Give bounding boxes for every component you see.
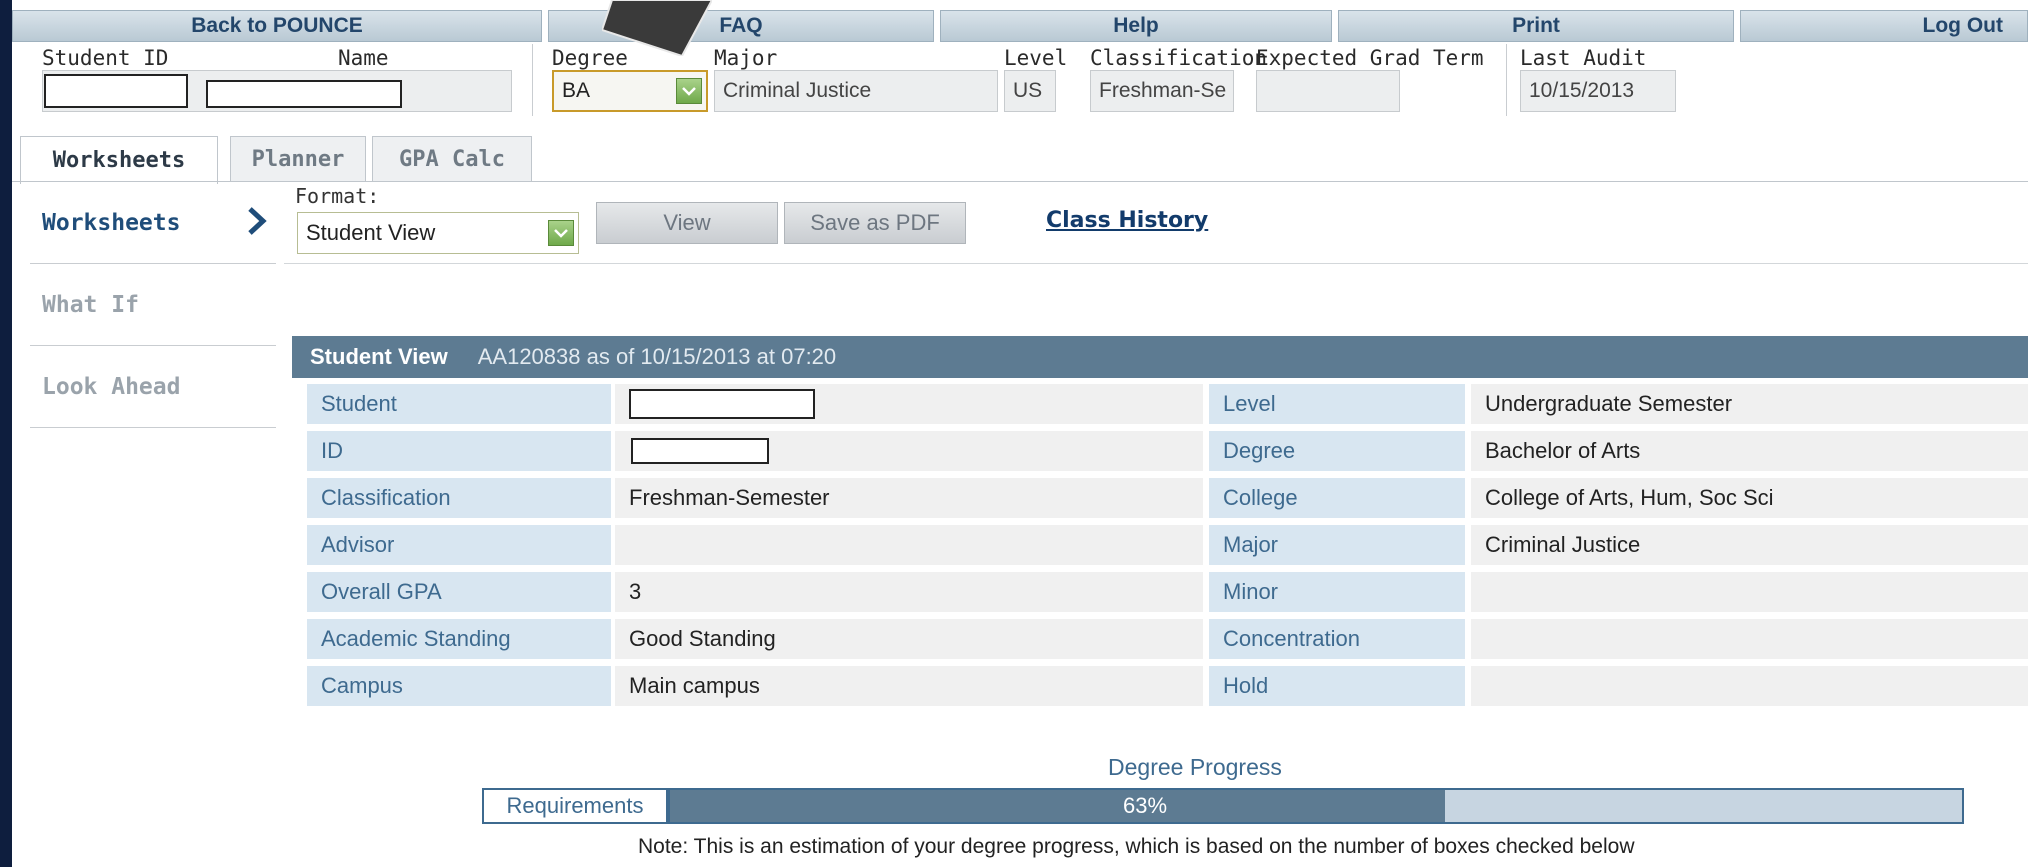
field-value: [615, 525, 1203, 565]
degree-progress-bar: 63%: [668, 788, 1964, 824]
header-divider: [1506, 44, 1507, 116]
field-label: Overall GPA: [307, 572, 611, 612]
tab-worksheets[interactable]: Worksheets: [20, 136, 218, 184]
table-row: Classification Freshman-Semester College…: [307, 478, 2028, 518]
last-audit-label: Last Audit: [1520, 46, 1647, 70]
table-row: ID Degree Bachelor of Arts: [307, 431, 2028, 471]
level-field: US: [1004, 70, 1056, 112]
tab-planner[interactable]: Planner: [230, 136, 366, 182]
back-to-pounce-link[interactable]: Back to POUNCE: [12, 10, 542, 42]
degree-audit-page: Back to POUNCE FAQ Help Print Log Out St…: [12, 0, 2028, 867]
expected-grad-term-field: [1256, 70, 1400, 112]
format-separator: [284, 263, 2028, 264]
panel-title: Student View: [310, 344, 448, 369]
major-field: Criminal Justice: [714, 70, 998, 112]
degree-label: Degree: [552, 46, 628, 70]
field-value: Criminal Justice: [1471, 525, 2028, 565]
name-redaction: [206, 80, 402, 108]
table-row: Advisor Major Criminal Justice: [307, 525, 2028, 565]
class-history-link[interactable]: Class History: [1046, 208, 1208, 233]
field-label: Level: [1209, 384, 1465, 424]
table-row: Campus Main campus Hold: [307, 666, 2028, 706]
format-value: Student View: [306, 220, 436, 245]
student-name-redaction: [629, 389, 815, 419]
field-value: Bachelor of Arts: [1471, 431, 2028, 471]
name-label: Name: [338, 46, 389, 70]
help-link[interactable]: Help: [940, 10, 1332, 42]
sidebar-item-what-if[interactable]: What If: [30, 264, 276, 346]
expected-grad-term-label: Expected Grad Term: [1256, 46, 1484, 70]
field-label: Advisor: [307, 525, 611, 565]
field-value: [615, 431, 1203, 471]
table-row: Student Level Undergraduate Semester: [307, 384, 2028, 424]
field-label: Hold: [1209, 666, 1465, 706]
format-label: Format:: [295, 184, 380, 208]
field-value: 3: [615, 572, 1203, 612]
sidebar-item-look-ahead[interactable]: Look Ahead: [30, 346, 276, 428]
field-label: Student: [307, 384, 611, 424]
field-value: [615, 384, 1203, 424]
student-id-redaction: [44, 74, 188, 108]
format-select[interactable]: Student View: [297, 212, 579, 254]
progress-note: Note: This is an estimation of your degr…: [638, 835, 1635, 858]
field-value: Undergraduate Semester: [1471, 384, 2028, 424]
print-link[interactable]: Print: [1338, 10, 1734, 42]
field-value: [1471, 619, 2028, 659]
field-value: Main campus: [615, 666, 1203, 706]
sidebar-item-worksheets[interactable]: Worksheets: [30, 182, 276, 264]
view-button[interactable]: View: [596, 202, 778, 244]
degree-progress-title: Degree Progress: [1108, 754, 1282, 780]
progress-percent: 63%: [1122, 793, 1168, 818]
field-label: Degree: [1209, 431, 1465, 471]
sidebar-item-label: Worksheets: [42, 209, 181, 236]
requirements-label: Requirements: [482, 788, 668, 824]
panel-subtitle: AA120838 as of 10/15/2013 at 07:20: [477, 344, 837, 369]
student-id-redaction: [631, 438, 769, 464]
field-label: Campus: [307, 666, 611, 706]
classification-label: Classification: [1090, 46, 1268, 70]
field-label: ID: [307, 431, 611, 471]
field-label: Academic Standing: [307, 619, 611, 659]
field-label: Minor: [1209, 572, 1465, 612]
field-label: Concentration: [1209, 619, 1465, 659]
tab-gpa-calc[interactable]: GPA Calc: [372, 136, 532, 182]
table-row: Academic Standing Good Standing Concentr…: [307, 619, 2028, 659]
field-value: Freshman-Semester: [615, 478, 1203, 518]
field-value: College of Arts, Hum, Soc Sci: [1471, 478, 2028, 518]
field-value: [1471, 572, 2028, 612]
degree-select[interactable]: BA: [552, 70, 708, 112]
logout-link[interactable]: Log Out: [1740, 10, 2028, 42]
student-view-header: Student View AA120838 as of 10/15/2013 a…: [292, 336, 2028, 378]
field-label: Major: [1209, 525, 1465, 565]
student-id-label: Student ID: [42, 46, 169, 70]
field-value: Good Standing: [615, 619, 1203, 659]
table-row: Overall GPA 3 Minor: [307, 572, 2028, 612]
major-label: Major: [714, 46, 778, 70]
field-label: Classification: [307, 478, 611, 518]
field-label: College: [1209, 478, 1465, 518]
level-label: Level: [1004, 46, 1068, 70]
top-navigation: Back to POUNCE FAQ Help Print Log Out: [12, 10, 2028, 42]
last-audit-field: 10/15/2013: [1520, 70, 1676, 112]
classification-field: Freshman-Se: [1090, 70, 1234, 112]
field-value: [1471, 666, 2028, 706]
header-divider: [532, 44, 533, 116]
save-as-pdf-button[interactable]: Save as PDF: [784, 202, 966, 244]
chevron-right-icon: [248, 207, 267, 235]
chevron-down-icon[interactable]: [676, 78, 702, 104]
degree-value: BA: [562, 79, 591, 102]
chevron-down-icon[interactable]: [548, 220, 574, 246]
tab-underline: [12, 181, 2028, 182]
